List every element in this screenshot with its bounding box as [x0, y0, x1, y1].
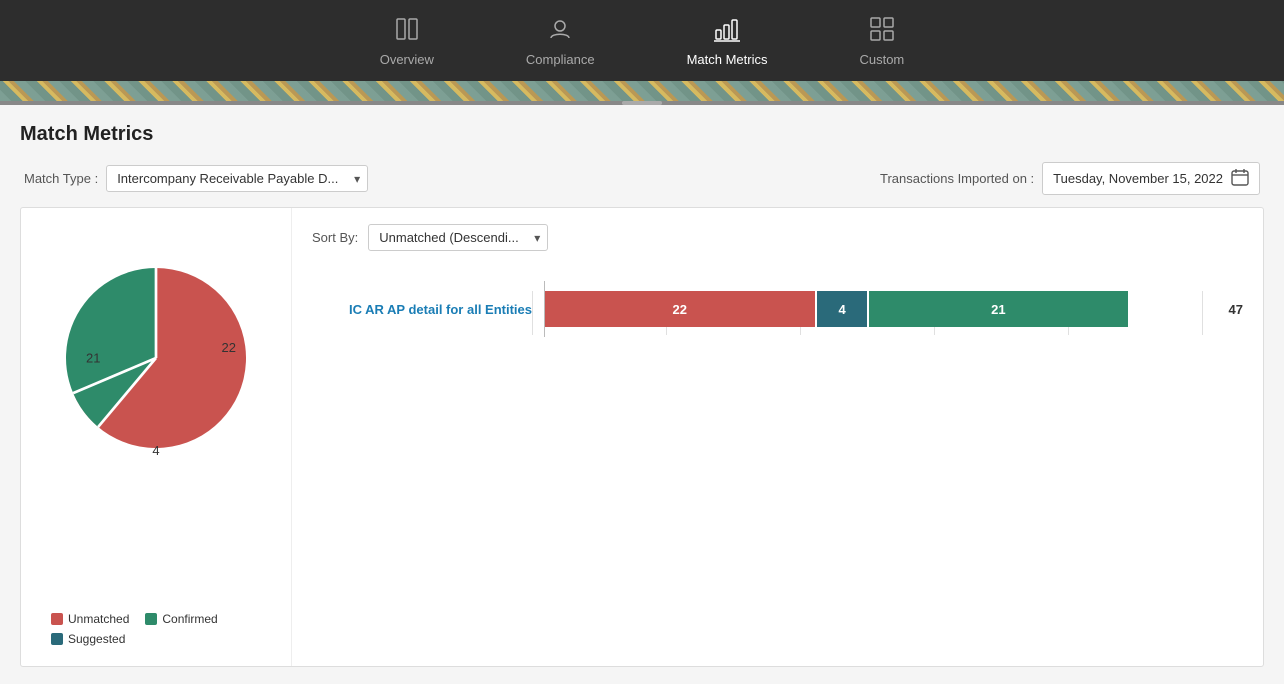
pie-label-unmatched: 22	[222, 340, 236, 355]
legend-dot-suggested	[51, 633, 63, 645]
sort-select-wrapper: Unmatched (Descendi...	[368, 224, 548, 251]
chart-container: 21 22 4 Unmatched Confirmed Suggested	[20, 207, 1264, 667]
nav-item-match-metrics[interactable]: Match Metrics	[671, 10, 784, 73]
nav-compliance-label: Compliance	[526, 52, 595, 67]
date-value: Tuesday, November 15, 2022	[1053, 171, 1223, 186]
sort-select[interactable]: Unmatched (Descendi...	[368, 224, 548, 251]
sort-row: Sort By: Unmatched (Descendi...	[312, 224, 1243, 251]
nav-match-metrics-label: Match Metrics	[687, 52, 768, 67]
bars-group: 22 4 21	[544, 291, 1211, 327]
bar-value-suggested: 4	[839, 302, 846, 317]
legend-item-confirmed: Confirmed	[145, 612, 217, 626]
bar-chart-area: IC AR AP detail for all Entities 22 4	[312, 281, 1243, 335]
nav-custom-label: Custom	[859, 52, 904, 67]
bar-segment-confirmed: 21	[869, 291, 1128, 327]
bar-value-confirmed: 21	[991, 302, 1005, 317]
bar-segment-suggested: 4	[817, 291, 866, 327]
decorative-banner	[0, 81, 1284, 101]
nav-overview-label: Overview	[380, 52, 434, 67]
compliance-icon	[547, 16, 573, 46]
date-input-wrapper: Tuesday, November 15, 2022	[1042, 162, 1260, 195]
nav-item-overview[interactable]: Overview	[364, 10, 450, 73]
bar-row-ic: IC AR AP detail for all Entities 22 4	[312, 291, 1243, 327]
legend-label-unmatched: Unmatched	[68, 612, 129, 626]
legend-dot-unmatched	[51, 613, 63, 625]
main-content: Match Metrics Match Type : Intercompany …	[0, 105, 1284, 667]
filters-row: Match Type : Intercompany Receivable Pay…	[20, 162, 1264, 195]
legend-item-unmatched: Unmatched	[51, 612, 129, 626]
pie-chart-side: 21 22 4 Unmatched Confirmed Suggested	[21, 208, 291, 666]
bar-chart-side: Sort By: Unmatched (Descendi...	[291, 208, 1263, 666]
legend-dot-confirmed	[145, 613, 157, 625]
pie-label-confirmed: 21	[86, 351, 100, 366]
match-type-select-wrapper: Intercompany Receivable Payable D...	[106, 165, 368, 192]
nav-item-compliance[interactable]: Compliance	[510, 10, 611, 73]
calendar-icon[interactable]	[1231, 168, 1249, 189]
transactions-date-filter: Transactions Imported on : Tuesday, Nove…	[880, 162, 1260, 195]
bar-segment-unmatched: 22	[544, 291, 815, 327]
pie-label-suggested: 4	[152, 443, 159, 458]
match-type-label: Match Type :	[24, 171, 98, 186]
chart-legend: Unmatched Confirmed Suggested	[41, 612, 271, 646]
bar-value-unmatched: 22	[673, 302, 687, 317]
legend-item-suggested: Suggested	[51, 632, 125, 646]
transactions-label: Transactions Imported on :	[880, 171, 1034, 186]
match-metrics-icon	[714, 16, 740, 46]
nav-item-custom[interactable]: Custom	[843, 10, 920, 73]
match-type-filter: Match Type : Intercompany Receivable Pay…	[24, 165, 368, 192]
pie-chart-wrapper: 21 22 4	[66, 268, 246, 448]
overview-icon	[394, 16, 420, 46]
legend-label-suggested: Suggested	[68, 632, 125, 646]
bar-total: 47	[1229, 302, 1243, 317]
top-navigation: Overview Compliance Match Metrics	[0, 0, 1284, 81]
legend-label-confirmed: Confirmed	[162, 612, 217, 626]
bar-divider	[544, 281, 545, 337]
match-type-select[interactable]: Intercompany Receivable Payable D...	[106, 165, 368, 192]
bar-row-label: IC AR AP detail for all Entities	[312, 302, 532, 317]
sort-label: Sort By:	[312, 230, 358, 245]
custom-icon	[869, 16, 895, 46]
page-title: Match Metrics	[20, 123, 1264, 146]
